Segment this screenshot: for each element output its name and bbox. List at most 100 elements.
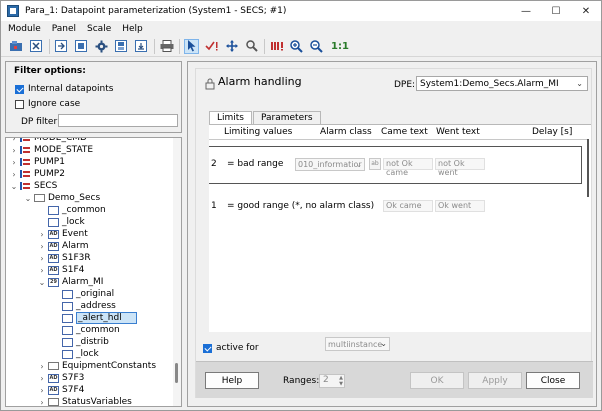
menu-module[interactable]: Module [8, 24, 41, 34]
chevron-right-icon[interactable]: › [10, 170, 18, 179]
chevron-down-icon[interactable]: ⌄ [10, 182, 18, 191]
tree-item[interactable]: _address [6, 300, 181, 312]
tree-item-label: PUMP1 [34, 157, 65, 167]
tree-item[interactable]: _common [6, 204, 181, 216]
chevron-right-icon[interactable]: › [38, 374, 46, 383]
spinner-arrows-icon[interactable]: ▲ ▼ [339, 375, 343, 387]
tree-item[interactable]: › AD Event [6, 228, 181, 240]
chevron-right-icon[interactable]: › [38, 242, 46, 251]
export-icon[interactable] [74, 39, 89, 54]
range-row-2[interactable]: 2 = bad range 010_informatior ⌄ ab not Ok… [209, 157, 582, 177]
zoom-reset-button[interactable]: 1:1 [331, 41, 349, 52]
ranges-scrollbar[interactable] [587, 139, 589, 197]
went-text-field[interactable]: Ok went [435, 200, 485, 212]
tree-item[interactable]: _lock [6, 216, 181, 228]
active-for-select[interactable]: multiinstance ⌄ [325, 337, 390, 351]
range-row-1[interactable]: 1 = good range (*, no alarm class) Ok ca… [209, 199, 582, 213]
ignore-case-checkbox[interactable] [15, 99, 24, 109]
tree-item[interactable]: _alert_hdl [6, 312, 181, 324]
chevron-right-icon[interactable]: › [38, 230, 46, 239]
tree-item[interactable]: _distrib [6, 336, 181, 348]
tree-item[interactable]: › AD S1F4 [6, 264, 181, 276]
search-icon[interactable] [244, 39, 259, 54]
chevron-right-icon[interactable]: › [38, 362, 46, 371]
chevron-right-icon[interactable]: › [38, 254, 46, 263]
internal-datapoints-checkbox[interactable] [15, 84, 24, 94]
tree-item[interactable]: _common [6, 324, 181, 336]
import-icon[interactable] [54, 39, 69, 54]
tab-limits[interactable]: Limits [209, 111, 252, 124]
tree-item[interactable]: _original [6, 288, 181, 300]
tree-item[interactable]: › PUMP1 [6, 156, 181, 168]
tree-item-label: PUMP2 [34, 169, 65, 179]
chevron-down-icon[interactable]: ⌄ [38, 278, 46, 287]
help-button[interactable]: Help [205, 372, 259, 389]
dp-filter-input[interactable] [58, 114, 178, 127]
menu-scale[interactable]: Scale [87, 24, 111, 34]
print-icon[interactable] [159, 39, 174, 54]
maximize-button[interactable]: ☐ [541, 1, 571, 21]
went-text-field[interactable]: not Ok went [435, 158, 485, 177]
tree-item[interactable]: _lock [6, 348, 181, 360]
toolbar-separator [264, 38, 265, 54]
select-cursor-icon[interactable] [184, 38, 199, 54]
settings-icon[interactable] [94, 39, 109, 54]
close-panel-icon[interactable] [29, 39, 44, 54]
zoom-in-icon[interactable] [289, 39, 304, 54]
tree-item[interactable]: ⌄ SECS [6, 180, 181, 192]
close-window-button[interactable]: ✕ [571, 1, 601, 21]
tree-scrollbar[interactable] [173, 138, 181, 406]
chevron-right-icon[interactable]: › [38, 266, 46, 275]
ignore-case-row[interactable]: Ignore case [15, 99, 80, 109]
tree-item[interactable]: › MODE_CMD [6, 138, 181, 144]
tree-scrollbar-thumb[interactable] [175, 363, 178, 383]
menu-panel[interactable]: Panel [52, 24, 76, 34]
alarm-icon[interactable] [269, 39, 284, 54]
chevron-right-icon[interactable]: › [10, 158, 18, 167]
col-limiting-values: Limiting values [224, 127, 293, 137]
chevron-right-icon[interactable]: › [10, 146, 18, 155]
ok-button[interactable]: OK [410, 372, 464, 389]
chevron-right-icon[interactable]: › [10, 138, 18, 143]
open-icon[interactable] [9, 39, 24, 54]
tree-item[interactable]: › PUMP2 [6, 168, 181, 180]
range-condition: = good range (*, no alarm class) [227, 201, 375, 211]
chevron-right-icon[interactable]: › [38, 398, 46, 407]
dpe-select[interactable]: System1:Demo_Secs.Alarm_MI ⌄ [416, 76, 588, 91]
toolbar-separator [49, 38, 50, 54]
tree-item[interactable]: › StatusVariables [6, 396, 181, 407]
tree-item[interactable]: ⌄ Demo_Secs [6, 192, 181, 204]
config-icon [48, 217, 59, 227]
active-for-checkbox[interactable] [203, 343, 212, 353]
tree-item[interactable]: › MODE_STATE [6, 144, 181, 156]
internal-datapoints-row[interactable]: Internal datapoints [15, 84, 113, 94]
active-for-row[interactable]: active for [203, 343, 259, 353]
tree-item-label: _lock [76, 349, 99, 359]
move-icon[interactable] [224, 39, 239, 54]
menu-help[interactable]: Help [122, 24, 143, 34]
ranges-spinner[interactable]: 2 ▲ ▼ [319, 374, 345, 388]
tab-parameters[interactable]: Parameters [253, 111, 321, 124]
close-button[interactable]: Close [526, 372, 580, 389]
came-text-field[interactable]: not Ok came [383, 158, 433, 177]
tree-item[interactable]: › AD S7F3 [6, 372, 181, 384]
tree-item[interactable]: › AD S7F4 [6, 384, 181, 396]
config-icon [62, 301, 73, 311]
check-icon[interactable] [204, 39, 219, 54]
zoom-out-icon[interactable] [309, 39, 324, 54]
came-text-field[interactable]: Ok came [383, 200, 433, 212]
save-icon[interactable] [114, 39, 129, 54]
save-all-icon[interactable] [134, 39, 149, 54]
tree-item[interactable]: › AD Alarm [6, 240, 181, 252]
ignore-case-label: Ignore case [28, 99, 81, 109]
chevron-down-icon: ⌄ [380, 339, 387, 348]
chevron-down-icon[interactable]: ⌄ [24, 194, 32, 203]
alarm-class-select[interactable]: 010_informatior ⌄ [295, 157, 365, 171]
alarm-class-edit-button[interactable]: ab [369, 158, 381, 170]
tree-item[interactable]: › AD S1F3R [6, 252, 181, 264]
chevron-right-icon[interactable]: › [38, 386, 46, 395]
tree-item[interactable]: › EquipmentConstants [6, 360, 181, 372]
tree-item[interactable]: ⌄ 29 Alarm_MI [6, 276, 181, 288]
apply-button[interactable]: Apply [468, 372, 522, 389]
minimize-button[interactable]: — [511, 1, 541, 21]
